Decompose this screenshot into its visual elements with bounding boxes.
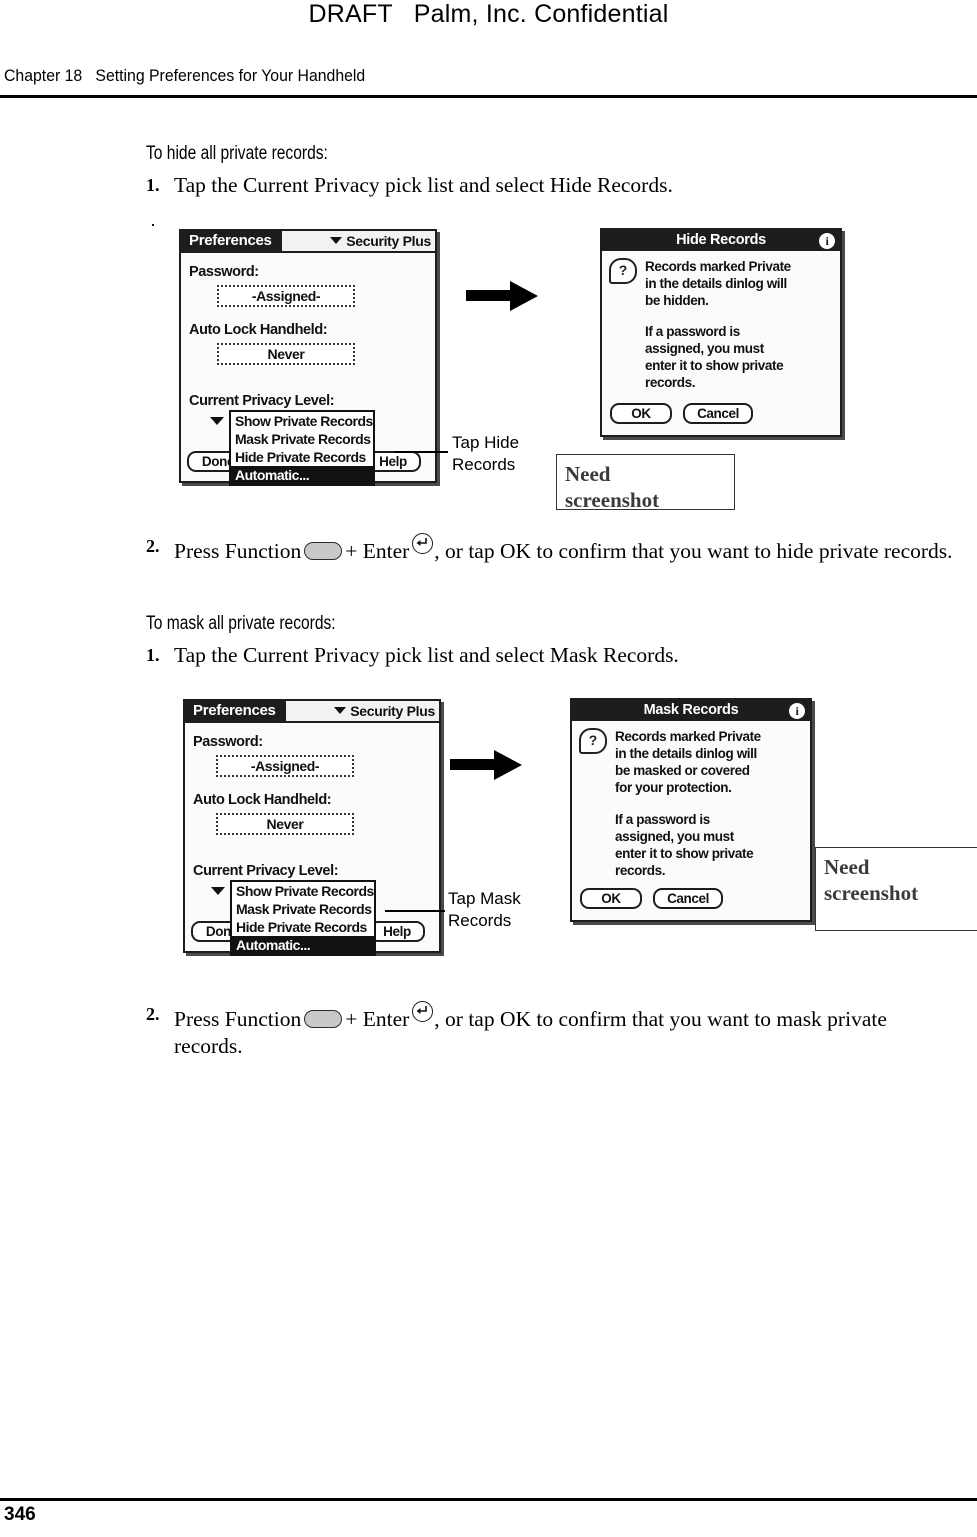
draft-banner: DRAFT Palm, Inc. Confidential bbox=[308, 0, 669, 28]
section-heading-hide: To hide all private records: bbox=[146, 143, 328, 164]
password-field[interactable]: -Assigned- bbox=[216, 755, 354, 777]
arrow-shaft bbox=[450, 759, 496, 770]
step-number: 1. bbox=[146, 645, 160, 665]
preferences-screenshot-hide: Preferences Security Plus Password: -Ass… bbox=[179, 229, 437, 486]
callout-tap-mask-records: Tap Mask Records bbox=[448, 889, 521, 930]
privacy-pick-list[interactable]: Show Private Records Mask Private Record… bbox=[230, 880, 376, 956]
step-text: Tap the Current Privacy pick list and se… bbox=[174, 173, 673, 197]
step-text-part1: Press Function bbox=[174, 539, 302, 563]
step-text-part1: Press Function bbox=[174, 1007, 302, 1031]
pick-item-automatic[interactable]: Automatic... bbox=[231, 466, 373, 484]
stray-mark bbox=[152, 224, 154, 226]
step-2-mask: 2. Press Function + Enter, or tap OK to c… bbox=[146, 1001, 956, 1060]
pick-list-caret-icon[interactable] bbox=[210, 417, 224, 425]
dialog-title: Hide Records bbox=[676, 232, 766, 248]
question-icon: ? bbox=[579, 728, 607, 754]
step-text-part2: + Enter bbox=[345, 1007, 410, 1031]
step-text-part2: + Enter bbox=[345, 539, 410, 563]
category-picker[interactable]: Security Plus bbox=[334, 702, 435, 721]
dialog-body-para2: If a password is assigned, you must ente… bbox=[645, 324, 784, 390]
enter-key-icon bbox=[412, 1001, 434, 1022]
step-text-part3: , or tap OK to confirm that you want to … bbox=[434, 539, 953, 563]
ok-button[interactable]: OK bbox=[580, 888, 642, 909]
question-icon: ? bbox=[609, 258, 637, 284]
step-1-mask: 1. Tap the Current Privacy pick list and… bbox=[146, 642, 956, 669]
step-1-hide: 1. Tap the Current Privacy pick list and… bbox=[146, 172, 956, 199]
header-divider bbox=[0, 95, 977, 98]
step-number: 2. bbox=[146, 1004, 160, 1024]
page-number: 346 bbox=[4, 1504, 36, 1525]
privacy-level-label: Current Privacy Level: bbox=[189, 393, 335, 409]
cancel-button[interactable]: Cancel bbox=[683, 403, 753, 424]
dialog-body-para1: Records marked Private in the details di… bbox=[645, 259, 791, 308]
step-2-hide: 2. Press Function + Enter , or tap OK to c… bbox=[146, 533, 956, 565]
privacy-pick-list[interactable]: Show Private Records Mask Private Record… bbox=[229, 410, 375, 486]
category-picker[interactable]: Security Plus bbox=[330, 232, 431, 251]
category-label: Security Plus bbox=[350, 703, 435, 719]
pick-item-automatic[interactable]: Automatic... bbox=[232, 936, 374, 954]
cancel-button[interactable]: Cancel bbox=[653, 888, 723, 909]
app-title: Preferences bbox=[181, 231, 282, 251]
callout-leader-line-mask bbox=[385, 910, 445, 912]
autolock-field[interactable]: Never bbox=[216, 813, 354, 835]
footer-divider bbox=[0, 1498, 977, 1501]
info-icon[interactable]: i bbox=[819, 233, 835, 249]
autolock-label: Auto Lock Handheld: bbox=[193, 792, 332, 808]
dialog-body-para2: If a password is assigned, you must ente… bbox=[615, 812, 754, 878]
arrow-head bbox=[494, 750, 522, 780]
flow-arrow-mask bbox=[450, 750, 525, 780]
step-text: Press Function + Enter , or tap OK to conf… bbox=[174, 533, 956, 565]
category-label: Security Plus bbox=[346, 233, 431, 249]
privacy-level-label: Current Privacy Level: bbox=[193, 863, 339, 879]
dialog-titlebar: Hide Records i bbox=[602, 230, 840, 251]
chapter-breadcrumb: Chapter 18 Setting Preferences for Your … bbox=[4, 66, 366, 85]
autolock-field[interactable]: Never bbox=[217, 343, 355, 365]
step-number: 2. bbox=[146, 536, 160, 556]
arrow-head bbox=[510, 281, 538, 311]
function-key-icon bbox=[304, 542, 343, 560]
section-heading-mask: To mask all private records: bbox=[146, 613, 336, 634]
help-button[interactable]: Help bbox=[369, 921, 425, 942]
chevron-down-icon bbox=[330, 237, 343, 244]
dialog-body-para1: Records marked Private in the details di… bbox=[615, 729, 761, 795]
chevron-down-icon bbox=[334, 707, 347, 714]
enter-key-icon bbox=[412, 533, 434, 554]
pick-item-show[interactable]: Show Private Records bbox=[232, 882, 374, 900]
pick-item-mask[interactable]: Mask Private Records bbox=[231, 430, 373, 448]
dialog-title: Mask Records bbox=[643, 702, 739, 718]
need-screenshot-box-mask: Need screenshot bbox=[815, 847, 977, 931]
flow-arrow-hide bbox=[466, 281, 541, 311]
prefs-titlebar: Preferences Security Plus bbox=[185, 701, 439, 723]
pick-item-show[interactable]: Show Private Records bbox=[231, 412, 373, 430]
password-label: Password: bbox=[189, 264, 259, 280]
password-field[interactable]: -Assigned- bbox=[217, 285, 355, 307]
password-label: Password: bbox=[193, 734, 263, 750]
step-text: Tap the Current Privacy pick list and se… bbox=[174, 643, 679, 667]
function-key-icon bbox=[304, 1010, 343, 1028]
hide-records-dialog: Hide Records i ? Records marked Private … bbox=[600, 228, 842, 437]
pick-item-hide[interactable]: Hide Private Records bbox=[232, 918, 374, 936]
callout-leader-line-hide bbox=[394, 451, 448, 453]
dialog-titlebar: Mask Records i bbox=[572, 700, 810, 721]
prefs-titlebar: Preferences Security Plus bbox=[181, 231, 435, 253]
step-text: Press Function + Enter, or tap OK to conf… bbox=[174, 1001, 956, 1060]
preferences-screenshot-mask: Preferences Security Plus Password: -Ass… bbox=[183, 699, 441, 956]
app-title: Preferences bbox=[185, 701, 286, 721]
mask-records-dialog: Mask Records i ? Records marked Private … bbox=[570, 698, 812, 922]
pick-list-caret-icon[interactable] bbox=[211, 887, 225, 895]
pick-item-mask[interactable]: Mask Private Records bbox=[232, 900, 374, 918]
need-screenshot-box-hide: Need screenshot bbox=[556, 454, 735, 512]
ok-button[interactable]: OK bbox=[610, 403, 672, 424]
step-number: 1. bbox=[146, 175, 160, 195]
arrow-shaft bbox=[466, 290, 512, 301]
pick-item-hide[interactable]: Hide Private Records bbox=[231, 448, 373, 466]
autolock-label: Auto Lock Handheld: bbox=[189, 322, 328, 338]
callout-tap-hide-records: Tap Hide Records bbox=[452, 433, 520, 474]
info-icon[interactable]: i bbox=[789, 703, 805, 719]
